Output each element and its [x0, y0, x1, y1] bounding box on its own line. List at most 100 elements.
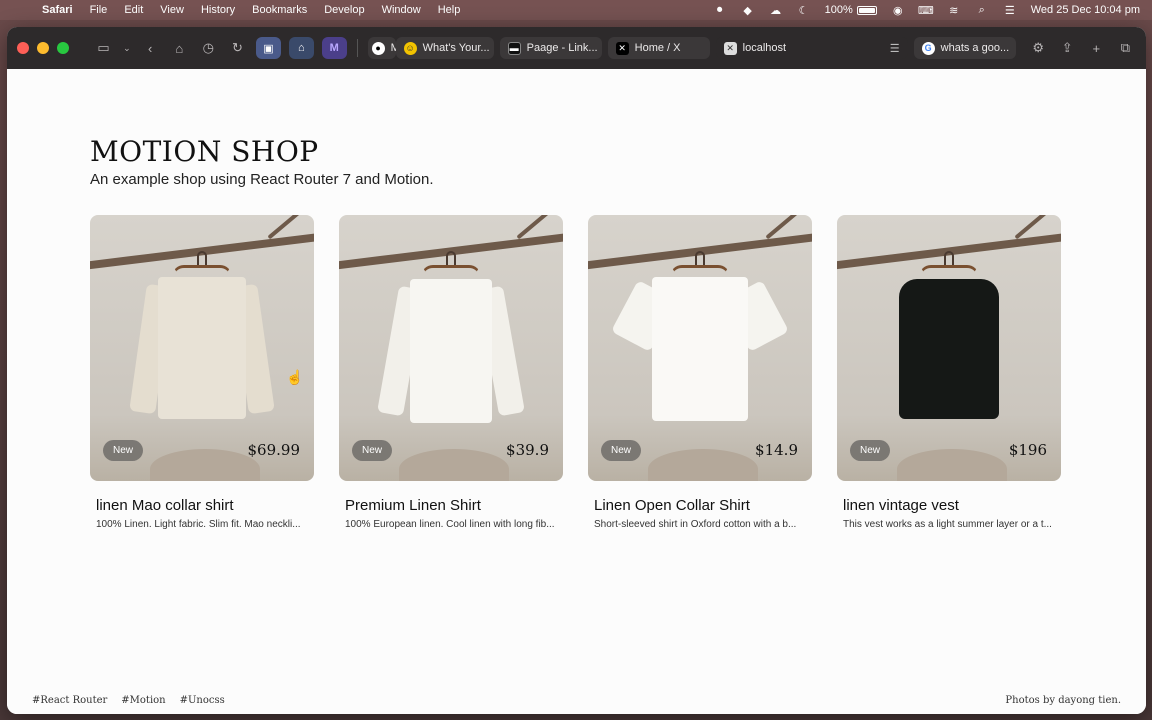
tab-label: whats a goo...: [940, 42, 1010, 54]
rock-decoration: [150, 449, 260, 481]
pointer-hand-icon: ☝: [286, 369, 304, 385]
product-description: This vest works as a light summer layer …: [843, 519, 1052, 530]
tab-localhost[interactable]: ✕ localhost ☰: [715, 37, 908, 59]
menu-bookmarks[interactable]: Bookmarks: [252, 4, 307, 16]
close-square-icon[interactable]: ✕: [723, 41, 737, 55]
pinned-tab-home-app[interactable]: ⌂: [288, 37, 314, 59]
browser-toolbar: ▭ ⌄ ‹ ⌂ ◷ ↻ ▣ ⌂ M ● M ☺ What's Your... ▬…: [7, 27, 1146, 69]
moon-icon[interactable]: ☾: [797, 4, 811, 17]
browser-window: ▭ ⌄ ‹ ⌂ ◷ ↻ ▣ ⌂ M ● M ☺ What's Your... ▬…: [7, 27, 1146, 714]
wifi-icon[interactable]: ≋: [947, 4, 961, 17]
new-badge: New: [352, 440, 393, 461]
tab-label: M: [390, 42, 396, 54]
pinned-tab-m-app[interactable]: M: [321, 37, 347, 59]
fullscreen-window-button[interactable]: [57, 42, 69, 54]
menu-clock[interactable]: Wed 25 Dec 10:04 pm: [1031, 4, 1140, 16]
garment-shirt: [129, 273, 275, 423]
history-clock-icon[interactable]: ◷: [198, 37, 219, 59]
footer-tag-motion[interactable]: #Motion: [121, 695, 165, 706]
tab-whats-your[interactable]: ☺ What's Your...: [395, 37, 494, 59]
pinned-tab-translate[interactable]: ▣: [255, 37, 281, 59]
reader-mode-icon[interactable]: ☰: [890, 42, 900, 55]
garment-body: [410, 279, 492, 423]
menu-window[interactable]: Window: [382, 4, 421, 16]
menu-develop[interactable]: Develop: [324, 4, 364, 16]
smiley-icon: ☺: [403, 41, 417, 55]
circle-app-icon: ●: [371, 41, 385, 55]
minimize-window-button[interactable]: [37, 42, 49, 54]
back-arrow-icon[interactable]: ‹: [140, 37, 161, 59]
rock-decoration: [897, 449, 1007, 481]
record-icon[interactable]: ⏺: [713, 4, 727, 16]
tab-label: Home / X: [634, 42, 681, 54]
weather-icon[interactable]: ☁: [769, 4, 783, 17]
product-name[interactable]: linen Mao collar shirt: [90, 497, 314, 514]
product-image[interactable]: New $69.99: [90, 215, 314, 481]
menu-view[interactable]: View: [160, 4, 184, 16]
menu-bar: Safari File Edit View History Bookmarks …: [0, 0, 1152, 20]
footer-tag-react-router[interactable]: #React Router: [32, 695, 107, 706]
product-card[interactable]: New $69.99 linen Mao collar shirt 100% L…: [90, 215, 314, 530]
menu-edit[interactable]: Edit: [124, 4, 143, 16]
product-name[interactable]: linen vintage vest: [837, 497, 1061, 514]
garment-vest: [899, 273, 999, 423]
product-grid: New $69.99 linen Mao collar shirt 100% L…: [90, 215, 1061, 530]
reload-icon[interactable]: ↻: [227, 37, 248, 59]
garment-body: [899, 279, 999, 419]
tab-circle-app[interactable]: ● M: [367, 37, 396, 59]
x-logo-icon: ✕: [615, 41, 629, 55]
new-tab-plus-icon[interactable]: +: [1086, 37, 1107, 59]
tab-whats-a-goo[interactable]: G whats a goo...: [913, 37, 1016, 59]
product-image[interactable]: New $196: [837, 215, 1061, 481]
search-icon[interactable]: ⌕: [975, 4, 989, 16]
product-description: 100% Linen. Light fabric. Slim fit. Mao …: [96, 519, 301, 530]
product-card[interactable]: New $14.9 Linen Open Collar Shirt Short-…: [588, 215, 812, 530]
rock-decoration: [399, 449, 509, 481]
tab-home-x[interactable]: ✕ Home / X: [607, 37, 710, 59]
page-title: MOTION SHOP: [90, 135, 319, 168]
battery-icon: [856, 5, 877, 15]
product-card[interactable]: New $196 linen vintage vest This vest wo…: [837, 215, 1061, 530]
keyboard-icon[interactable]: ⌨: [918, 4, 934, 17]
product-image[interactable]: New $14.9: [588, 215, 812, 481]
product-price: $196: [1008, 441, 1047, 459]
garment-body: [158, 277, 246, 419]
new-badge: New: [103, 440, 144, 461]
product-name[interactable]: Linen Open Collar Shirt: [588, 497, 812, 514]
product-name[interactable]: Premium Linen Shirt: [339, 497, 563, 514]
elephant-icon[interactable]: ◆: [741, 4, 755, 17]
page-content: MOTION SHOP An example shop using React …: [7, 69, 1146, 714]
rock-decoration: [648, 449, 758, 481]
menu-app-name[interactable]: Safari: [42, 4, 73, 16]
battery-percent: 100%: [824, 4, 853, 16]
tab-label: What's Your...: [422, 42, 490, 54]
menu-file[interactable]: File: [90, 4, 108, 16]
product-description: 100% European linen. Cool linen with lon…: [345, 519, 555, 530]
close-window-button[interactable]: [17, 42, 29, 54]
product-image[interactable]: New $39.9: [339, 215, 563, 481]
menu-help[interactable]: Help: [438, 4, 461, 16]
control-center-icon[interactable]: ☰: [1003, 4, 1017, 17]
product-price: $69.99: [247, 441, 301, 459]
google-icon: G: [921, 41, 935, 55]
tab-label: Paage - Link...: [526, 42, 598, 54]
product-price: $39.9: [506, 441, 549, 459]
extensions-gear-icon[interactable]: ⚙: [1028, 37, 1049, 59]
chevron-down-icon[interactable]: ⌄: [122, 37, 132, 59]
share-icon[interactable]: ⇪: [1057, 37, 1078, 59]
tab-overview-icon[interactable]: ⧉: [1115, 37, 1136, 59]
product-card[interactable]: New $39.9 Premium Linen Shirt 100% Europ…: [339, 215, 563, 530]
home-icon[interactable]: ⌂: [169, 37, 190, 59]
footer-tag-unocss[interactable]: #Unocss: [180, 695, 225, 706]
new-badge: New: [850, 440, 891, 461]
new-badge: New: [601, 440, 642, 461]
sidebar-toggle-icon[interactable]: ▭: [93, 37, 114, 59]
garment-shirt: [610, 273, 790, 423]
menu-history[interactable]: History: [201, 4, 235, 16]
battery-indicator[interactable]: 100%: [825, 4, 877, 16]
tab-paage[interactable]: ▬ Paage - Link...: [499, 37, 602, 59]
photo-credit[interactable]: Photos by dayong tien.: [1005, 695, 1121, 706]
pinned-tab-m-label: M: [329, 42, 339, 54]
user-icon[interactable]: ◉: [891, 4, 905, 17]
terminal-icon: ▬: [507, 41, 521, 55]
